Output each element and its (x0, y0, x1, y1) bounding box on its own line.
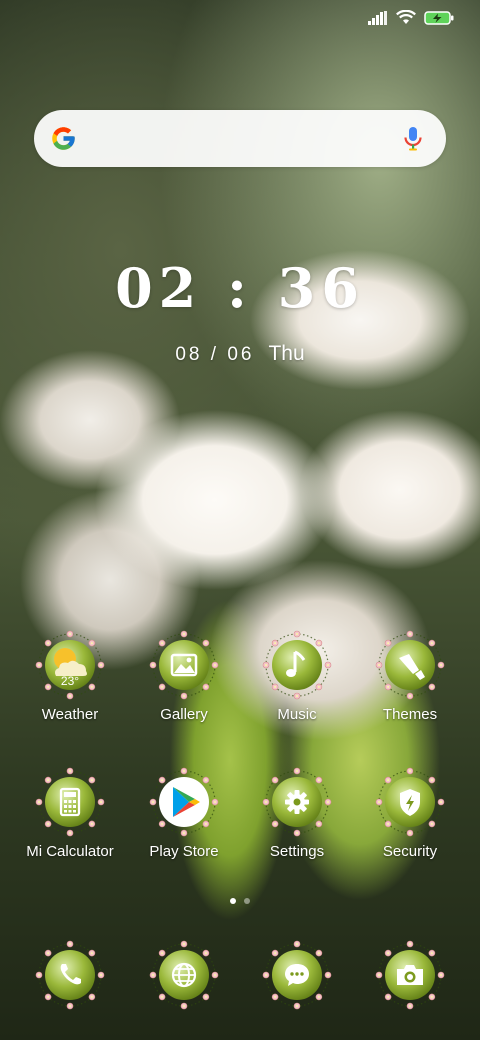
app-label: Weather (41, 706, 99, 723)
battery-charging-icon (424, 10, 454, 25)
app-themes[interactable]: Themes (355, 630, 465, 723)
weekday-text: Thu (268, 342, 305, 365)
music-icon (262, 630, 332, 700)
weather-icon: 23° (35, 630, 105, 700)
date-text: 08 / 06 (175, 344, 255, 365)
settings-icon (262, 767, 332, 837)
dock-browser[interactable] (129, 940, 239, 1010)
app-weather[interactable]: 23° Weather (15, 630, 125, 723)
messaging-icon (262, 940, 332, 1010)
page-dot-active (230, 898, 236, 904)
app-label: Themes (382, 706, 438, 723)
clock-time[interactable]: 02 : 36 (0, 256, 480, 320)
browser-icon (149, 940, 219, 1010)
google-search-bar[interactable] (34, 110, 446, 167)
mic-icon[interactable] (403, 126, 423, 152)
app-play-store[interactable]: Play Store (129, 767, 239, 860)
phone-icon (35, 940, 105, 1010)
app-mi-calculator[interactable]: Mi Calculator (15, 767, 125, 860)
status-bar (368, 10, 454, 25)
page-dot (244, 898, 250, 904)
wifi-icon (396, 10, 416, 24)
dock-camera[interactable] (355, 940, 465, 1010)
security-icon (375, 767, 445, 837)
clock-date: 08 / 06 Thu (0, 342, 480, 366)
google-logo (52, 127, 75, 150)
app-label: Mi Calculator (26, 843, 114, 860)
app-music[interactable]: Music (242, 630, 352, 723)
dock-phone[interactable] (15, 940, 125, 1010)
app-label: Gallery (160, 706, 208, 723)
signal-icon (368, 10, 387, 25)
app-label: Settings (269, 843, 325, 860)
app-settings[interactable]: Settings (242, 767, 352, 860)
play-store-icon (149, 767, 219, 837)
page-indicator (0, 898, 480, 904)
app-label: Music (277, 706, 317, 723)
camera-icon (375, 940, 445, 1010)
gallery-icon (149, 630, 219, 700)
calculator-icon (35, 767, 105, 837)
app-security[interactable]: Security (355, 767, 465, 860)
weather-temp: 23° (60, 674, 80, 688)
themes-icon (375, 630, 445, 700)
dock-messaging[interactable] (242, 940, 352, 1010)
app-gallery[interactable]: Gallery (129, 630, 239, 723)
app-label: Play Store (149, 843, 219, 860)
app-label: Security (382, 843, 438, 860)
